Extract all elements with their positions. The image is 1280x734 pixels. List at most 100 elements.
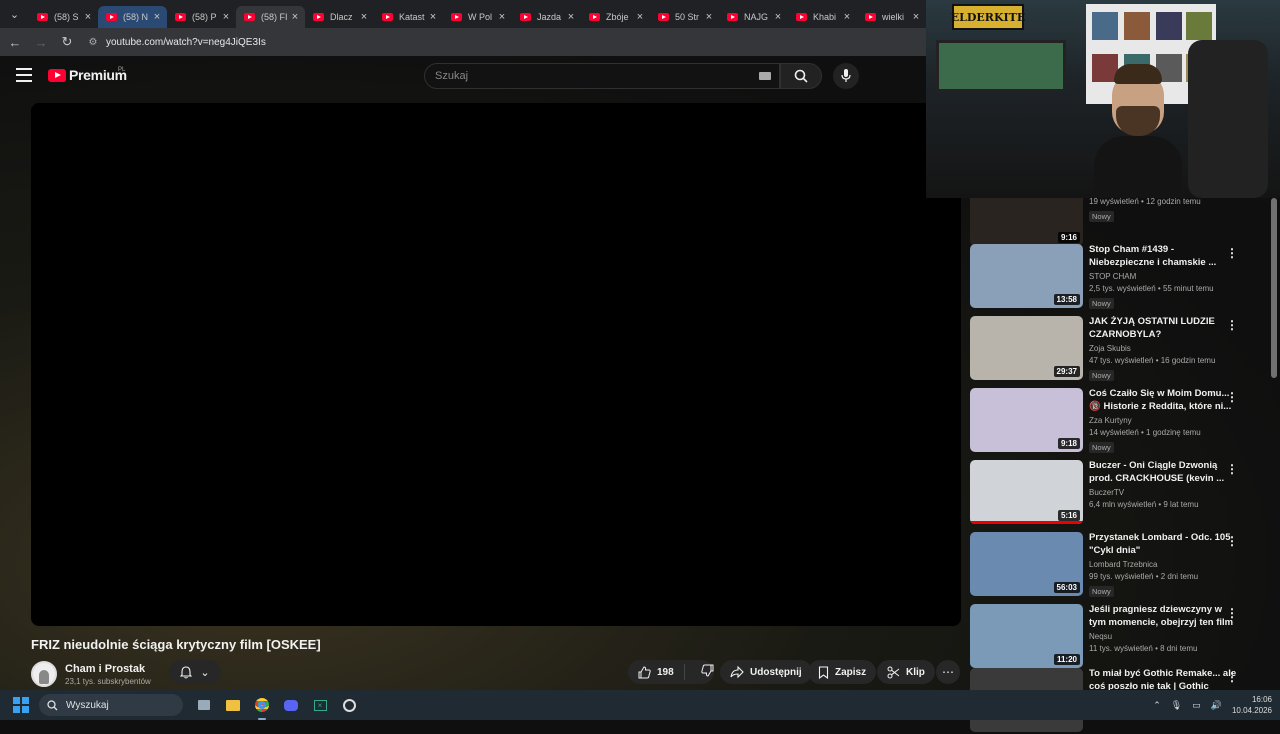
browser-tab[interactable]: (58) N × — [98, 6, 167, 28]
browser-tab[interactable]: 50 Str × — [650, 6, 719, 28]
dislike-button[interactable] — [691, 664, 724, 680]
close-icon[interactable]: × — [427, 11, 439, 23]
browser-tab[interactable]: (58) P × — [167, 6, 236, 28]
close-icon[interactable]: × — [565, 11, 577, 23]
close-icon[interactable]: × — [358, 11, 370, 23]
video-title[interactable]: Przystanek Lombard - Odc. 105 "Cykl dnia… — [1089, 532, 1239, 557]
discord-icon[interactable] — [280, 694, 302, 716]
video-title[interactable]: Coś Czaiło Się w Moim Domu... 🔞 Historie… — [1089, 388, 1239, 413]
browser-tab[interactable]: Dlacz × — [305, 6, 374, 28]
volume-icon[interactable]: 🔊 — [1211, 700, 1222, 711]
related-video[interactable]: 9:18 Coś Czaiło Się w Moim Domu... 🔞 Hist… — [970, 388, 1260, 454]
tab-title: NAJG — [744, 12, 769, 22]
browser-tab[interactable]: Jazda × — [512, 6, 581, 28]
close-icon[interactable]: × — [151, 11, 163, 23]
close-icon[interactable]: × — [841, 11, 853, 23]
video-thumbnail[interactable]: 13:58 — [970, 244, 1083, 308]
windows-start-icon[interactable] — [13, 697, 29, 713]
browser-tab-strip: ⌄ (58) S × (58) N × (58) P × (58) FI × Dlacz × Kat… — [0, 0, 926, 28]
browser-tab[interactable]: Katast × — [374, 6, 443, 28]
voice-search-button[interactable] — [833, 63, 859, 89]
task-view-icon[interactable] — [193, 694, 215, 716]
related-video[interactable]: 5:16 Buczer - Oni Ciągle Dzwonią prod. CR… — [970, 460, 1260, 526]
clock[interactable]: 16:06 10.04.2026 — [1232, 694, 1272, 716]
channel-name[interactable]: Neqsu — [1089, 632, 1239, 641]
browser-tab[interactable]: Khabi × — [788, 6, 857, 28]
close-icon[interactable]: × — [220, 11, 232, 23]
new-badge: Nowy — [1089, 442, 1114, 453]
channel-name[interactable]: Cham i Prostak — [65, 663, 151, 675]
search-button[interactable] — [780, 63, 822, 89]
more-vertical-icon[interactable]: ⋮ — [1226, 670, 1238, 684]
channel-avatar[interactable] — [31, 661, 57, 687]
close-icon[interactable]: × — [772, 11, 784, 23]
more-vertical-icon[interactable]: ⋮ — [1226, 534, 1238, 548]
reload-icon[interactable]: ↻ — [56, 31, 78, 53]
close-icon[interactable]: × — [82, 11, 94, 23]
close-icon[interactable]: × — [289, 11, 301, 23]
browser-tab[interactable]: (58) FI × — [236, 6, 305, 28]
guide-menu-icon[interactable] — [16, 68, 32, 82]
more-vertical-icon[interactable]: ⋮ — [1226, 390, 1238, 404]
network-icon[interactable]: ▭ — [1192, 700, 1201, 711]
like-button[interactable]: 198 — [628, 664, 685, 680]
more-actions-button[interactable]: ⋯ — [936, 660, 960, 684]
site-info-icon[interactable]: ⚙ — [86, 35, 100, 49]
search-input[interactable]: Szukaj — [424, 63, 780, 89]
search-icon — [794, 69, 808, 83]
omnibox[interactable]: ⚙ youtube.com/watch?v=neg4JiQE3Is — [86, 31, 266, 53]
more-vertical-icon[interactable]: ⋮ — [1226, 246, 1238, 260]
duration-badge: 13:58 — [1053, 294, 1080, 305]
save-button[interactable]: Zapisz — [808, 660, 877, 684]
video-thumbnail[interactable]: 56:03 — [970, 532, 1083, 596]
browser-tab[interactable]: Zbóje × — [581, 6, 650, 28]
channel-name[interactable]: Lombard Trzebnica — [1089, 560, 1239, 569]
channel-name[interactable]: BuczerTV — [1089, 488, 1239, 497]
file-explorer-icon[interactable] — [222, 694, 244, 716]
close-icon[interactable]: × — [496, 11, 508, 23]
notification-bell-button[interactable]: ⌄ — [169, 660, 221, 684]
video-thumbnail[interactable]: 29:37 — [970, 316, 1083, 380]
video-thumbnail[interactable]: 9:18 — [970, 388, 1083, 452]
microphone-icon[interactable]: 🎙 — [1171, 700, 1182, 711]
clip-button[interactable]: Klip — [877, 660, 935, 684]
browser-tab[interactable]: (58) S × — [29, 6, 98, 28]
youtube-favicon-icon — [244, 13, 255, 21]
related-video[interactable]: 29:37 JAK ŻYJĄ OSTATNI LUDZIE CZARNOBYLA?… — [970, 316, 1260, 382]
video-player[interactable] — [31, 103, 961, 626]
video-thumbnail[interactable]: 5:16 — [970, 460, 1083, 524]
chrome-icon[interactable] — [251, 694, 273, 720]
tab-search-dropdown-icon[interactable]: ⌄ — [4, 4, 25, 24]
sidebar-scrollbar[interactable] — [1271, 198, 1277, 378]
video-title[interactable]: JAK ŻYJĄ OSTATNI LUDZIE CZARNOBYLA? — [1089, 316, 1239, 341]
video-title[interactable]: Buczer - Oni Ciągle Dzwonią prod. CRACKH… — [1089, 460, 1239, 485]
taskbar-search[interactable]: Wyszukaj — [39, 694, 183, 716]
more-vertical-icon[interactable]: ⋮ — [1226, 606, 1238, 620]
app-icon[interactable] — [338, 694, 360, 716]
related-video[interactable]: 11:20 Jeśli pragniesz dziewczyny w tym mo… — [970, 604, 1260, 670]
close-icon[interactable]: × — [910, 11, 922, 23]
related-video[interactable]: 56:03 Przystanek Lombard - Odc. 105 "Cykl… — [970, 532, 1260, 598]
close-icon[interactable]: × — [703, 11, 715, 23]
browser-tab[interactable]: wielki × — [857, 6, 926, 28]
related-video[interactable]: 13:58 Stop Cham #1439 - Niebezpieczne i c… — [970, 244, 1260, 310]
forward-icon[interactable]: → — [30, 31, 52, 53]
video-title[interactable]: Stop Cham #1439 - Niebezpieczne i chamsk… — [1089, 244, 1239, 269]
more-vertical-icon[interactable]: ⋮ — [1226, 318, 1238, 332]
tray-chevron-up-icon[interactable]: ⌃ — [1153, 700, 1161, 711]
keyboard-icon[interactable] — [759, 72, 771, 80]
share-button[interactable]: Udostępnij — [720, 660, 812, 684]
chevron-down-icon: ⌄ — [200, 666, 210, 679]
excel-icon[interactable]: × — [309, 694, 331, 716]
browser-tab[interactable]: W Pol × — [443, 6, 512, 28]
channel-name[interactable]: Zza Kurtyny — [1089, 416, 1239, 425]
channel-name[interactable]: STOP CHAM — [1089, 272, 1239, 281]
browser-tab[interactable]: NAJG × — [719, 6, 788, 28]
more-vertical-icon[interactable]: ⋮ — [1226, 462, 1238, 476]
video-thumbnail[interactable]: 11:20 — [970, 604, 1083, 668]
youtube-premium-logo[interactable]: Premium — [48, 67, 127, 83]
channel-name[interactable]: Zoja Skubis — [1089, 344, 1239, 353]
video-title[interactable]: Jeśli pragniesz dziewczyny w tym momenci… — [1089, 604, 1239, 629]
close-icon[interactable]: × — [634, 11, 646, 23]
back-icon[interactable]: ← — [4, 31, 26, 53]
